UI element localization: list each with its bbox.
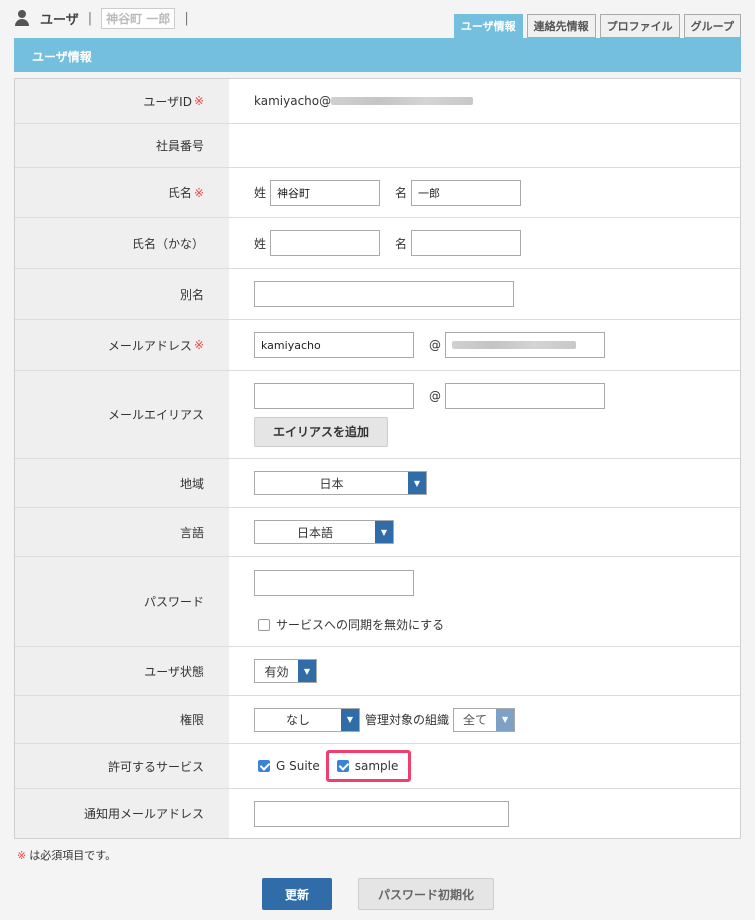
managed-org-select-value: 全て <box>463 713 488 727</box>
user-id-value: kamiyacho@ <box>254 94 332 108</box>
row-services: 許可するサービス G Suite sample <box>15 744 740 789</box>
header-separator: | <box>87 10 93 26</box>
row-name-kana: 氏名（かな） 姓 名 <box>15 218 740 269</box>
service-sample-label: sample <box>354 759 399 773</box>
tab-group[interactable]: グループ <box>683 14 741 38</box>
row-region: 地域 日本 ▼ <box>15 459 740 508</box>
row-notify-email: 通知用メールアドレス <box>15 789 740 838</box>
password-input[interactable] <box>254 570 414 596</box>
tab-profile[interactable]: プロファイル <box>599 14 680 38</box>
section-header: ユーザ情報 <box>14 38 741 72</box>
row-email-alias: メールエイリアス @ エイリアスを追加 <box>15 371 740 459</box>
row-alias-name: 別名 <box>15 269 740 320</box>
alias-name-label: 別名 <box>179 287 204 302</box>
language-select-value: 日本語 <box>296 525 333 540</box>
last-name-kana-prefix: 姓 <box>254 236 267 251</box>
alias-local-input[interactable] <box>254 382 414 409</box>
header-separator-end: | <box>184 10 189 26</box>
row-employee-no: 社員番号 <box>15 124 740 168</box>
email-local-input[interactable] <box>254 332 414 358</box>
notify-email-input[interactable] <box>254 800 509 827</box>
required-note-text: は必須項目です。 <box>29 849 117 862</box>
alias-domain-input[interactable] <box>445 382 605 409</box>
region-label: 地域 <box>179 476 204 491</box>
email-alias-label: メールエイリアス <box>107 408 204 422</box>
employee-no-label: 社員番号 <box>155 139 204 153</box>
current-user-name: 神谷町 一郎 <box>101 7 176 29</box>
region-select[interactable]: 日本 ▼ <box>254 471 427 495</box>
user-status-label: ユーザ状態 <box>144 664 204 679</box>
required-mark: ※ <box>193 94 204 108</box>
permission-select[interactable]: なし ▼ <box>254 707 360 732</box>
page-header: ユーザ | 神谷町 一郎 | <box>14 7 198 29</box>
first-name-kana-prefix: 名 <box>395 236 408 251</box>
reset-password-button[interactable]: パスワード初期化 <box>358 878 494 910</box>
language-select[interactable]: 日本語 ▼ <box>254 520 394 544</box>
permission-select-value: なし <box>285 713 310 727</box>
tab-contact-info[interactable]: 連絡先情報 <box>526 14 596 38</box>
row-email: メールアドレス※ @ <box>15 320 740 371</box>
language-label: 言語 <box>179 525 204 540</box>
row-permission: 権限 なし ▼ 管理対象の組織 全て ▼ <box>15 696 740 744</box>
email-domain-input[interactable] <box>445 332 605 358</box>
user-icon <box>14 10 30 26</box>
chevron-down-icon: ▼ <box>298 660 316 682</box>
user-status-select-value: 有効 <box>264 664 289 679</box>
checkbox-checked-icon[interactable] <box>258 760 270 772</box>
checkbox-checked-icon[interactable] <box>336 760 349 772</box>
chevron-down-icon: ▼ <box>496 708 515 731</box>
chevron-down-icon: ▼ <box>341 708 359 731</box>
permission-label: 権限 <box>179 713 204 727</box>
user-status-select[interactable]: 有効 ▼ <box>254 659 317 683</box>
redacted-domain <box>452 341 576 349</box>
user-id-label: ユーザID <box>143 94 192 109</box>
user-info-form: ユーザID※ kamiyacho@ 社員番号 氏名※ 姓 名 氏名（かな） 姓 … <box>14 78 741 839</box>
name-label: 氏名 <box>167 186 192 200</box>
required-mark: ※ <box>193 338 204 352</box>
service-sample-checkbox[interactable]: sample <box>325 750 412 782</box>
last-name-prefix: 姓 <box>254 186 267 200</box>
disable-sync-checkbox[interactable]: サービスへの同期を無効にする <box>258 616 444 633</box>
required-mark: ※ <box>17 849 27 862</box>
checkbox-unchecked-icon[interactable] <box>258 618 270 631</box>
add-alias-button[interactable]: エイリアスを追加 <box>254 416 389 447</box>
name-kana-label: 氏名（かな） <box>131 236 204 251</box>
region-select-value: 日本 <box>319 476 344 491</box>
row-name: 氏名※ 姓 名 <box>15 168 740 218</box>
service-gsuite-label: G Suite <box>276 759 320 773</box>
row-password: パスワード サービスへの同期を無効にする <box>15 557 740 647</box>
row-user-id: ユーザID ※ kamiyacho@ <box>15 79 740 124</box>
services-label: 許可するサービス <box>107 759 204 774</box>
redacted-domain <box>331 97 474 105</box>
chevron-down-icon: ▼ <box>375 521 393 543</box>
email-at-sign: @ <box>429 338 441 352</box>
disable-sync-label: サービスへの同期を無効にする <box>276 618 445 632</box>
last-name-kana-input[interactable] <box>270 230 381 256</box>
managed-org-label: 管理対象の組織 <box>365 713 450 727</box>
tab-bar: ユーザ情報 連絡先情報 プロファイル グループ <box>453 14 741 38</box>
managed-org-select[interactable]: 全て ▼ <box>453 707 516 732</box>
row-user-status: ユーザ状態 有効 ▼ <box>15 647 740 696</box>
first-name-prefix: 名 <box>395 186 408 200</box>
chevron-down-icon: ▼ <box>408 472 426 494</box>
row-language: 言語 日本語 ▼ <box>15 508 740 557</box>
alias-at-sign: @ <box>429 388 441 403</box>
notify-email-label: 通知用メールアドレス <box>83 807 204 821</box>
tab-user-info[interactable]: ユーザ情報 <box>453 14 523 38</box>
page-title: ユーザ <box>40 12 79 28</box>
last-name-input[interactable] <box>270 179 381 206</box>
required-note: ※ は必須項目です。 <box>17 847 116 863</box>
password-label: パスワード <box>143 595 204 609</box>
first-name-input[interactable] <box>411 179 522 206</box>
first-name-kana-input[interactable] <box>411 230 522 256</box>
alias-name-input[interactable] <box>254 281 514 307</box>
required-mark: ※ <box>193 185 204 200</box>
email-label: メールアドレス <box>107 338 192 353</box>
update-button[interactable]: 更新 <box>262 878 332 910</box>
service-gsuite-checkbox[interactable]: G Suite <box>258 759 320 773</box>
